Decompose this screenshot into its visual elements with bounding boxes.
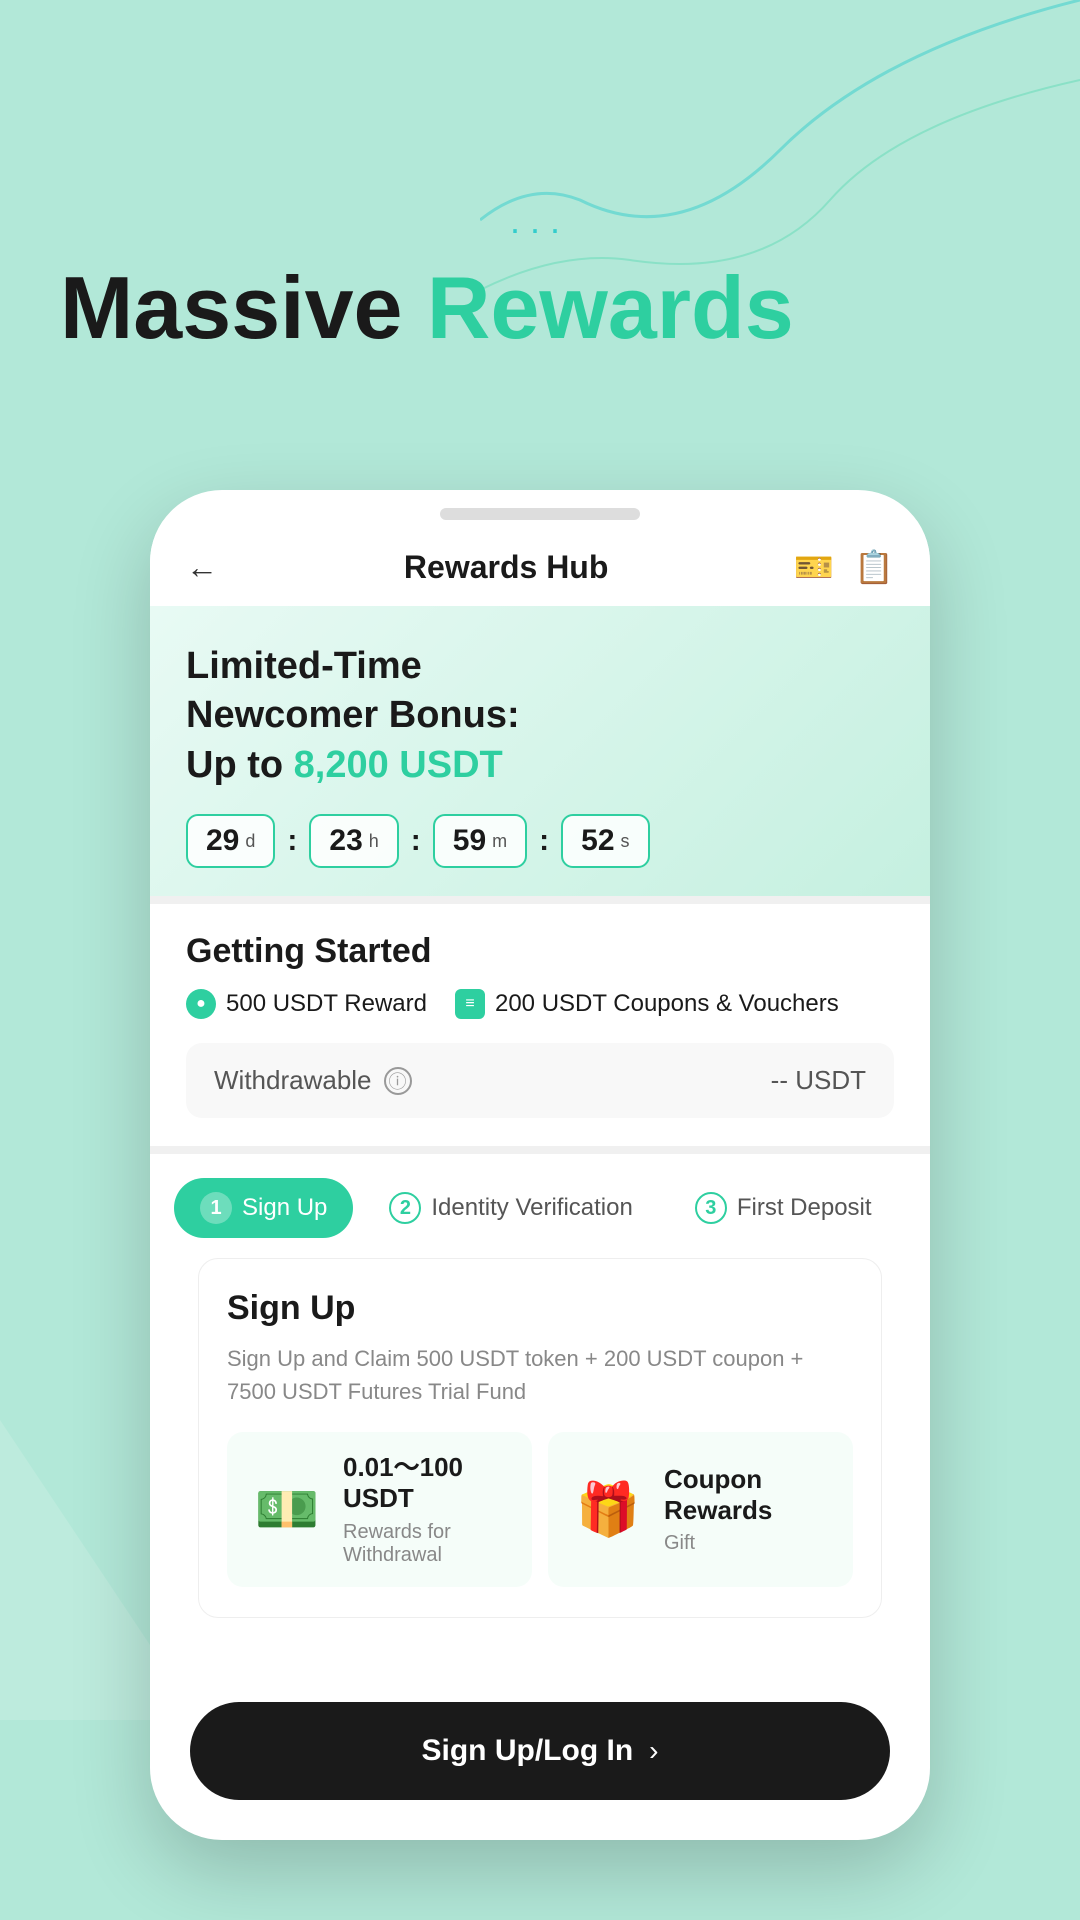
withdrawable-box: Withdrawable ⓘ -- USDT bbox=[186, 1043, 894, 1118]
reward-card-2-info: CouponRewards Gift bbox=[664, 1464, 833, 1555]
reward-badge-2: ≡ 200 USDT Coupons & Vouchers bbox=[455, 989, 839, 1019]
reward-icon-2: ≡ bbox=[455, 989, 485, 1019]
signup-card-description: Sign Up and Claim 500 USDT token + 200 U… bbox=[227, 1342, 853, 1408]
step-label-3: First Deposit bbox=[737, 1194, 872, 1222]
signup-login-label: Sign Up/Log In bbox=[422, 1734, 634, 1768]
tab-identity-verification[interactable]: 2 Identity Verification bbox=[363, 1178, 658, 1238]
arrow-icon: › bbox=[649, 1735, 658, 1767]
timer-days: 29d bbox=[186, 814, 275, 868]
coupon-icon[interactable]: 🎫 bbox=[794, 548, 834, 586]
timer-hours: 23h bbox=[309, 814, 398, 868]
countdown-timer: 29d : 23h : 59m : 52s bbox=[186, 814, 894, 868]
phone-mockup: ← Rewards Hub 🎫 📋 Limited-Time Newcomer … bbox=[150, 490, 930, 1840]
divider-2 bbox=[150, 1146, 930, 1154]
timer-sep-3: : bbox=[539, 824, 549, 858]
signup-card-title: Sign Up bbox=[227, 1289, 853, 1328]
back-button[interactable]: ← bbox=[186, 549, 218, 586]
withdrawable-label: Withdrawable ⓘ bbox=[214, 1065, 412, 1096]
reward-card-1-info: 0.01～100USDT Rewards for Withdrawal bbox=[343, 1452, 512, 1566]
reward-card-2-title: CouponRewards bbox=[664, 1464, 833, 1526]
reward-badges: ● 500 USDT Reward ≡ 200 USDT Coupons & V… bbox=[186, 989, 894, 1019]
timer-seconds: 52s bbox=[561, 814, 649, 868]
app-header: ← Rewards Hub 🎫 📋 bbox=[150, 520, 930, 606]
reward-card-1-label: Rewards for Withdrawal bbox=[343, 1521, 512, 1567]
step-label-1: Sign Up bbox=[242, 1194, 327, 1222]
signup-login-button[interactable]: Sign Up/Log In › bbox=[190, 1702, 890, 1800]
withdrawable-value: -- USDT bbox=[771, 1065, 866, 1096]
signup-reward-card-2: 🎁 CouponRewards Gift bbox=[548, 1432, 853, 1586]
reward-icon-1: ● bbox=[186, 989, 216, 1019]
money-icon: 💵 bbox=[247, 1479, 327, 1540]
steps-tabs: 1 Sign Up 2 Identity Verification 3 Firs… bbox=[150, 1154, 930, 1238]
step-num-3: 3 bbox=[695, 1192, 727, 1224]
gift-icon: 🎁 bbox=[568, 1479, 648, 1540]
signup-reward-card-1: 💵 0.01～100USDT Rewards for Withdrawal bbox=[227, 1432, 532, 1586]
signup-rewards-grid: 💵 0.01～100USDT Rewards for Withdrawal 🎁 … bbox=[227, 1432, 853, 1586]
getting-started-title: Getting Started bbox=[186, 932, 894, 971]
banner-title: Limited-Time Newcomer Bonus: Up to 8,200… bbox=[186, 642, 894, 790]
tab-first-deposit[interactable]: 3 First Deposit bbox=[669, 1178, 898, 1238]
timer-sep-2: : bbox=[411, 824, 421, 858]
signup-card: Sign Up Sign Up and Claim 500 USDT token… bbox=[198, 1258, 882, 1617]
step-label-2: Identity Verification bbox=[431, 1194, 632, 1222]
page-title: Rewards Hub bbox=[404, 549, 608, 586]
divider-1 bbox=[150, 896, 930, 904]
signup-card-wrapper: Sign Up Sign Up and Claim 500 USDT token… bbox=[150, 1238, 930, 1617]
decorative-dots: ... bbox=[510, 200, 570, 242]
promo-banner: Limited-Time Newcomer Bonus: Up to 8,200… bbox=[150, 606, 930, 896]
headline: Massive Rewards bbox=[60, 260, 794, 357]
phone-notch bbox=[440, 508, 640, 520]
step-num-1: 1 bbox=[200, 1192, 232, 1224]
header-icons: 🎫 📋 bbox=[794, 548, 894, 586]
reward-card-1-amount: 0.01～100USDT bbox=[343, 1452, 512, 1514]
clipboard-icon[interactable]: 📋 bbox=[854, 548, 894, 586]
info-icon[interactable]: ⓘ bbox=[384, 1067, 412, 1095]
tab-signup[interactable]: 1 Sign Up bbox=[174, 1178, 353, 1238]
timer-minutes: 59m bbox=[433, 814, 527, 868]
getting-started-section: Getting Started ● 500 USDT Reward ≡ 200 … bbox=[150, 904, 930, 1146]
reward-badge-1: ● 500 USDT Reward bbox=[186, 989, 427, 1019]
reward-card-2-label: Gift bbox=[664, 1532, 833, 1555]
step-num-2: 2 bbox=[389, 1192, 421, 1224]
timer-sep-1: : bbox=[287, 824, 297, 858]
